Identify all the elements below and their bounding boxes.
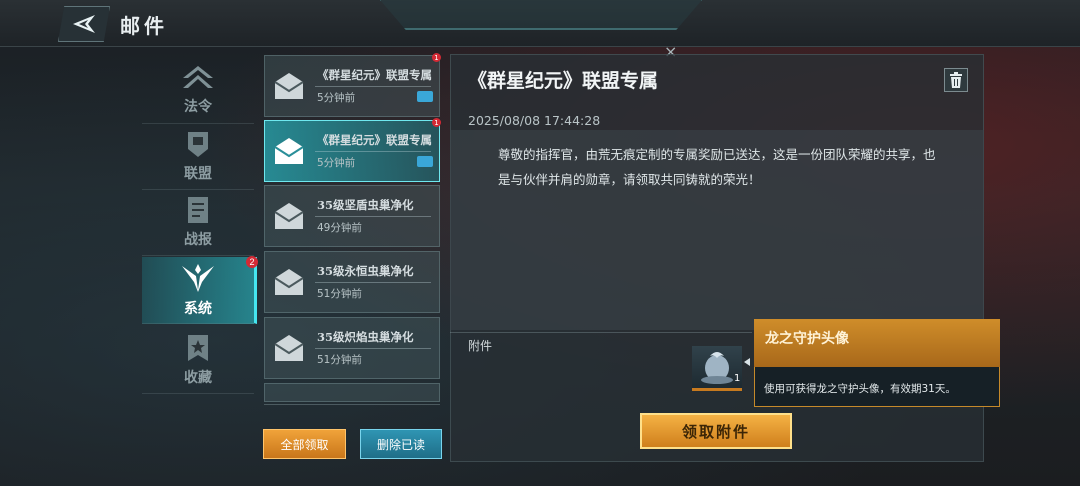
star-bookmark-icon [188,335,208,361]
category-label: 战报 [184,232,212,248]
mail-subject: 35级永恒虫巢净化 [317,264,414,278]
shield-banner-icon [188,132,208,157]
tooltip-item-name: 龙之守护头像 [765,331,849,347]
category-label: 法令 [184,99,212,115]
divider [450,332,752,333]
unread-badge: 1 [432,118,441,127]
unread-badge: 1 [432,53,441,62]
chevrons-up-icon [183,66,213,88]
envelope-icon [274,203,304,229]
tooltip-pointer [744,358,750,366]
mail-date: 2025/08/08 17:44:28 [468,113,601,128]
back-button[interactable] [58,6,110,42]
mail-list-item[interactable]: 《群星纪元》联盟专属 5分钟前 1 [264,118,441,182]
collect-all-button[interactable]: 全部领取 [263,429,346,459]
mail-time: 51分钟前 [317,354,362,366]
mail-title: 《群星纪元》联盟专属 [468,70,659,92]
envelope-icon [274,73,304,99]
report-icon [188,197,208,223]
tooltip-item-desc: 使用可获得龙之守护头像，有效期31天。 [764,383,956,395]
mail-body-text: 尊敬的指挥官，由荒无痕定制的专属奖励已送达，这是一份团队荣耀的共享，也是与伙伴并… [498,147,936,187]
mail-time: 5分钟前 [317,92,356,104]
attachment-label: 附件 [468,339,493,353]
category-system[interactable]: 系统 [142,257,257,324]
claim-attachment-button[interactable]: 领取附件 [640,413,792,449]
envelope-icon [274,138,304,164]
mail-list-item[interactable]: 35级坚盾虫巢净化 49分钟前 [264,185,440,247]
mail-subject: 35级坚盾虫巢净化 [317,198,414,212]
attachment-item-count: 1 [734,373,741,384]
divider [315,86,431,87]
category-decree[interactable]: 法令 [142,57,254,124]
page-title: 邮件 [120,14,168,38]
category-badge: 2 [246,256,258,268]
top-decoration [380,0,702,30]
divider [315,216,431,217]
category-alliance[interactable]: 联盟 [142,123,254,190]
category-label: 系统 [184,301,212,317]
envelope-icon [274,269,304,295]
category-report[interactable]: 战报 [142,189,254,256]
divider [315,348,431,349]
attachment-icon [417,156,433,167]
envelope-icon [274,335,304,361]
mail-time: 51分钟前 [317,288,362,300]
delete-mail-button[interactable] [944,68,968,92]
divider [264,404,440,405]
trash-icon [950,72,962,88]
mail-subject: 《群星纪元》联盟专属 [317,68,432,82]
delete-read-button[interactable]: 删除已读 [360,429,442,459]
attachment-item-slot[interactable] [692,346,742,391]
mail-time: 5分钟前 [317,157,356,169]
back-arrow-icon [73,15,95,33]
mail-time: 49分钟前 [317,222,362,234]
category-label: 收藏 [184,370,212,386]
category-favorites[interactable]: 收藏 [142,327,254,394]
category-label: 联盟 [184,166,212,182]
divider [315,151,431,152]
mail-list-item-partial[interactable] [264,383,440,402]
mail-subject: 《群星纪元》联盟专属 [317,133,432,147]
mail-list-item[interactable]: 35级永恒虫巢净化 51分钟前 [264,251,440,313]
mail-subject: 35级炽焰虫巢净化 [317,330,414,344]
wings-emblem-icon [182,264,214,292]
divider [315,282,431,283]
mail-list-item[interactable]: 35级炽焰虫巢净化 51分钟前 [264,317,440,379]
attachment-icon [417,91,433,102]
mail-list-item[interactable]: 《群星纪元》联盟专属 5分钟前 1 [264,53,441,117]
